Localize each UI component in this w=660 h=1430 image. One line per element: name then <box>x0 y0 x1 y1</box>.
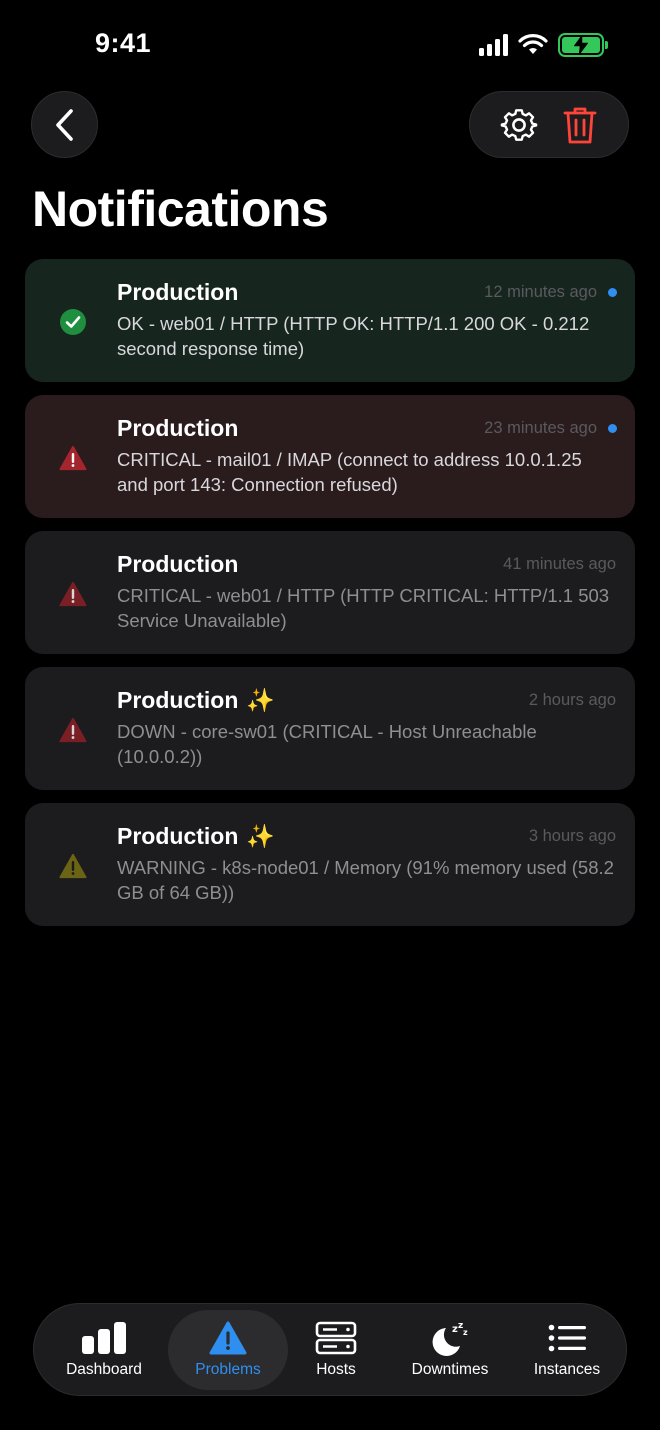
notification-message: WARNING - k8s-node01 / Memory (91% memor… <box>117 857 614 903</box>
notification-card[interactable]: Production 23 minutes ago CRITICAL - mai… <box>25 395 635 518</box>
gear-icon <box>500 108 537 141</box>
critical-warning-icon <box>59 580 87 608</box>
notification-card[interactable]: Production ✨ 2 hours ago DOWN - core-sw01… <box>25 667 635 790</box>
critical-warning-icon <box>59 716 87 744</box>
notification-time: 41 minutes ago <box>503 555 616 573</box>
unread-indicator <box>608 288 617 297</box>
tab-label: Problems <box>195 1360 261 1378</box>
list-icon <box>548 1321 586 1355</box>
delete-all-button[interactable] <box>560 105 600 145</box>
tab-dashboard[interactable]: Dashboard <box>40 1310 168 1390</box>
header-actions <box>469 91 629 158</box>
notification-title: Production <box>117 415 239 441</box>
notification-message: DOWN - core-sw01 (CRITICAL - Host Unreac… <box>117 721 537 767</box>
notification-title: Production ✨ <box>117 823 275 850</box>
notification-message: CRITICAL - web01 / HTTP (HTTP CRITICAL: … <box>117 585 610 631</box>
cellular-signal-icon <box>479 34 508 56</box>
notification-time: 2 hours ago <box>528 691 616 709</box>
moon-zzz-icon: z z z <box>430 1321 470 1356</box>
notification-title: Production <box>117 279 239 305</box>
unread-indicator <box>608 424 617 433</box>
tab-problems[interactable]: Problems <box>168 1309 288 1390</box>
server-icon <box>315 1321 357 1355</box>
wifi-icon <box>518 34 548 54</box>
tab-label: Hosts <box>316 1360 356 1378</box>
notification-card[interactable]: Production ✨ 3 hours ago WARNING - k8s-no… <box>25 803 635 926</box>
notification-time: 23 minutes ago <box>484 419 597 437</box>
notification-title-text: Production <box>117 687 239 713</box>
notification-message: CRITICAL - mail01 / IMAP (connect to add… <box>117 449 582 495</box>
bar-chart-icon <box>81 1321 127 1355</box>
status-bar: 9:41 <box>0 0 660 90</box>
critical-warning-icon <box>59 444 87 472</box>
sparkles-icon: ✨ <box>246 823 276 849</box>
tab-hosts[interactable]: Hosts <box>288 1310 384 1390</box>
back-button[interactable] <box>31 91 98 158</box>
ok-checkmark-icon <box>59 308 87 336</box>
notification-card[interactable]: Production 41 minutes ago CRITICAL - web… <box>25 531 635 654</box>
tab-label: Instances <box>533 1360 601 1378</box>
warning-icon <box>209 1321 247 1355</box>
status-icons <box>479 30 608 60</box>
notification-card[interactable]: Production 12 minutes ago OK - web01 / H… <box>25 259 635 382</box>
page-title: Notifications <box>32 181 329 237</box>
battery-icon <box>558 33 608 57</box>
notification-time: 3 hours ago <box>528 827 616 845</box>
sparkles-icon: ✨ <box>246 687 276 713</box>
svg-text:z: z <box>463 1328 468 1337</box>
tab-bar: Dashboard Problems Hosts z z z Downtimes… <box>33 1303 627 1396</box>
tab-instances[interactable]: Instances <box>516 1310 618 1390</box>
notification-time: 12 minutes ago <box>484 283 597 301</box>
tab-downtimes[interactable]: z z z Downtimes <box>384 1310 516 1390</box>
tab-label: Dashboard <box>66 1360 142 1378</box>
notification-title: Production <box>117 551 239 577</box>
notification-list: Production 12 minutes ago OK - web01 / H… <box>25 259 635 939</box>
trash-icon <box>563 107 596 143</box>
chevron-left-icon <box>55 108 73 141</box>
status-time: 9:41 <box>95 28 152 58</box>
notification-title-text: Production <box>117 823 239 849</box>
warning-icon <box>59 852 87 880</box>
tab-label: Downtimes <box>411 1360 489 1378</box>
notification-title: Production ✨ <box>117 687 275 714</box>
notification-message: OK - web01 / HTTP (HTTP OK: HTTP/1.1 200… <box>117 313 590 359</box>
settings-button[interactable] <box>499 105 539 145</box>
